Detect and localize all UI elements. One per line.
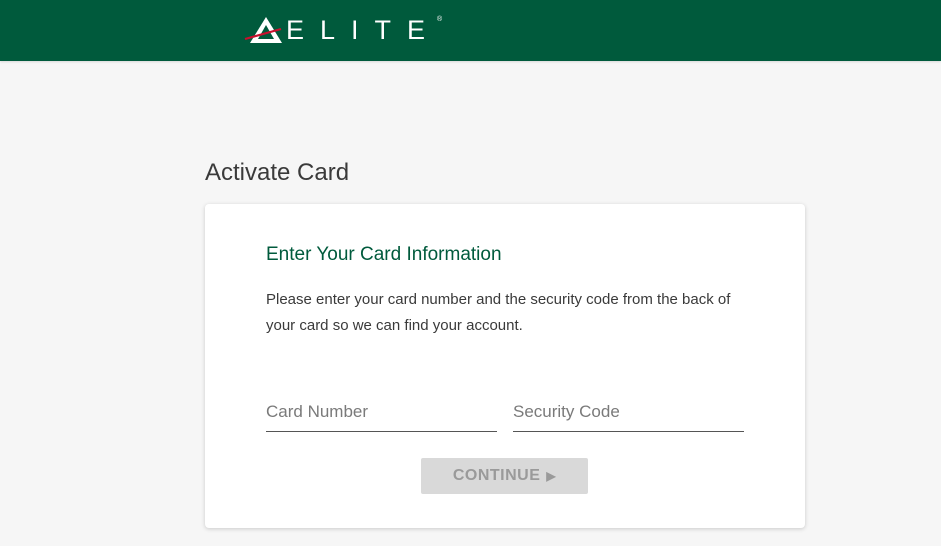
card-info-panel: Enter Your Card Information Please enter… [205, 204, 805, 528]
play-arrow-icon: ▶ [546, 469, 557, 483]
registered-mark: ® [437, 16, 443, 23]
top-header-bar: ELITE ® [0, 0, 941, 61]
continue-button-label: CONTINUE [452, 467, 541, 484]
delta-widget-icon [244, 17, 282, 43]
card-info-description: Please enter your card number and the se… [266, 291, 731, 334]
security-code-field [513, 397, 744, 432]
security-code-input[interactable] [513, 397, 744, 427]
card-info-heading: Enter Your Card Information [266, 244, 502, 265]
page-title: Activate Card [205, 159, 350, 186]
card-number-input[interactable] [266, 397, 497, 427]
brand-logo[interactable]: ELITE ® [244, 14, 443, 46]
card-number-field [266, 397, 497, 432]
continue-button[interactable]: CONTINUE ▶ [421, 458, 588, 494]
brand-logo-text: ELITE [286, 15, 442, 45]
